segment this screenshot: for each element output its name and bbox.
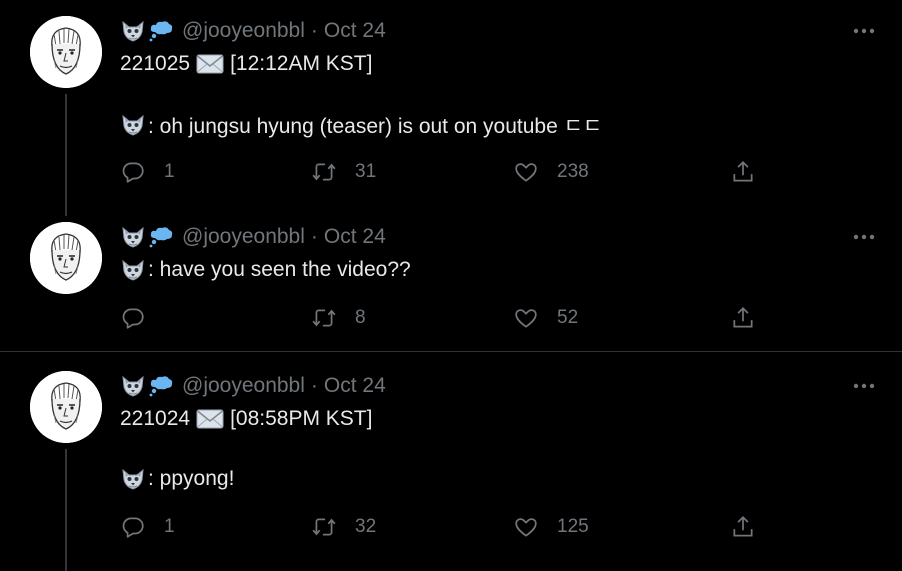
reply-count: 1: [164, 516, 175, 537]
tweet-text-line: 221024 [08:58PM KST]: [120, 406, 372, 432]
wolf-face-icon: [120, 375, 146, 397]
tweet-actions: 8 52: [120, 305, 760, 331]
tweet-actions: 1 31 238: [120, 159, 760, 185]
tweet[interactable]: @jooyeonbbl · Oct 24 221024 [08:58PM KST…: [0, 352, 902, 571]
envelope-icon: [196, 54, 224, 74]
more-icon[interactable]: [852, 19, 876, 43]
wolf-face-icon: [120, 226, 146, 248]
tweet-time: [12:12AM KST]: [230, 52, 373, 75]
more-icon[interactable]: [852, 225, 876, 249]
display-name[interactable]: [120, 20, 174, 42]
user-handle[interactable]: @jooyeonbbl: [182, 374, 305, 398]
reply-count: 1: [164, 161, 175, 182]
reply-icon: [120, 305, 146, 331]
retweet-icon: [311, 305, 337, 331]
retweet-button[interactable]: 32: [311, 514, 376, 540]
avatar[interactable]: [30, 222, 102, 294]
thought-balloon-icon: [148, 20, 174, 42]
reply-icon: [120, 159, 146, 185]
heart-icon: [513, 159, 539, 185]
tweet-text-line: : ppyong!: [120, 466, 234, 492]
tweet-message: : have you seen the video??: [148, 258, 411, 281]
retweet-button[interactable]: 8: [311, 305, 366, 331]
separator: ·: [310, 225, 318, 248]
thread-line: [65, 94, 67, 216]
share-icon: [730, 514, 756, 540]
tweet-actions: 1 32 125: [120, 514, 760, 540]
thread-line: [65, 449, 67, 571]
like-count: 125: [557, 516, 589, 537]
tweet-message: : oh jungsu hyung (teaser) is out on you…: [148, 115, 603, 138]
display-name[interactable]: [120, 375, 174, 397]
envelope-icon: [196, 409, 224, 429]
reply-button[interactable]: 1: [120, 514, 175, 540]
like-count: 52: [557, 307, 579, 328]
like-button[interactable]: 125: [513, 514, 589, 540]
tweet-header: @jooyeonbbl · Oct 24: [120, 19, 386, 43]
avatar[interactable]: [30, 16, 102, 88]
wolf-face-icon: [120, 114, 146, 136]
tweet[interactable]: @jooyeonbbl · Oct 24 : have you seen the…: [0, 216, 902, 352]
tweet-text-line: : oh jungsu hyung (teaser) is out on you…: [120, 112, 602, 138]
like-button[interactable]: 238: [513, 159, 589, 185]
reply-icon: [120, 514, 146, 540]
wolf-face-icon: [120, 20, 146, 42]
tweet-header: @jooyeonbbl · Oct 24: [120, 374, 386, 398]
user-handle[interactable]: @jooyeonbbl: [182, 19, 305, 43]
display-name[interactable]: [120, 226, 174, 248]
tweet-text-line: : have you seen the video??: [120, 257, 411, 283]
tweet-header: @jooyeonbbl · Oct 24: [120, 225, 386, 249]
thought-balloon-icon: [148, 375, 174, 397]
retweet-icon: [311, 514, 337, 540]
like-button[interactable]: 52: [513, 305, 578, 331]
reply-button[interactable]: [120, 305, 164, 331]
tweet-date[interactable]: Oct 24: [324, 374, 386, 398]
tweet-date[interactable]: Oct 24: [324, 225, 386, 249]
more-icon[interactable]: [852, 374, 876, 398]
share-button[interactable]: [730, 159, 756, 185]
tweet-date[interactable]: Oct 24: [324, 19, 386, 43]
share-button[interactable]: [730, 305, 756, 331]
retweet-count: 31: [355, 161, 377, 182]
user-handle[interactable]: @jooyeonbbl: [182, 225, 305, 249]
retweet-count: 8: [355, 307, 366, 328]
tweet-message: : ppyong!: [148, 467, 235, 490]
tweet-date-code: 221025: [120, 52, 191, 75]
tweet[interactable]: @jooyeonbbl · Oct 24 221025 [12:12AM KST…: [0, 0, 902, 216]
avatar[interactable]: [30, 371, 102, 443]
heart-icon: [513, 305, 539, 331]
share-icon: [730, 305, 756, 331]
thought-balloon-icon: [148, 226, 174, 248]
timeline: @jooyeonbbl · Oct 24 221025 [12:12AM KST…: [0, 0, 902, 571]
separator: ·: [310, 374, 318, 397]
heart-icon: [513, 514, 539, 540]
retweet-count: 32: [355, 516, 377, 537]
wolf-face-icon: [120, 259, 146, 281]
tweet-date-code: 221024: [120, 407, 191, 430]
like-count: 238: [557, 161, 589, 182]
tweet-text-line: 221025 [12:12AM KST]: [120, 51, 372, 77]
separator: ·: [310, 19, 318, 42]
share-button[interactable]: [730, 514, 756, 540]
retweet-icon: [311, 159, 337, 185]
wolf-face-icon: [120, 468, 146, 490]
share-icon: [730, 159, 756, 185]
reply-button[interactable]: 1: [120, 159, 175, 185]
tweet-time: [08:58PM KST]: [230, 407, 373, 430]
retweet-button[interactable]: 31: [311, 159, 376, 185]
